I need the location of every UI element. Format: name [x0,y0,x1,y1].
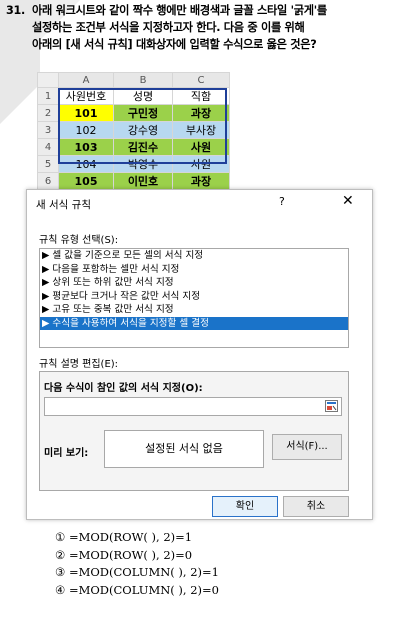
rule-type-item-selected[interactable]: ▶ 수식을 사용하여 서식을 지정할 셀 결정 [40,316,348,330]
cell-a3[interactable]: 102 [58,121,114,139]
question-line: 설정하는 조건부 서식을 지정하고자 한다. 다음 중 이를 위해 [32,21,305,34]
question-line: 아래 워크시트와 같이 짝수 행에만 배경색과 글꼴 스타일 '굵게'를 [32,4,327,17]
rule-type-list: ▶ 셀 값을 기준으로 모든 셀의 서식 지정 ▶ 다음을 포함하는 셀만 서식… [39,248,349,348]
preview-box: 설정된 서식 없음 [104,430,264,468]
format-button[interactable]: 서식(F)... [272,434,342,460]
rule-type-item[interactable]: ▶ 다음을 포함하는 셀만 서식 지정 [40,263,348,277]
choice-3[interactable]: ③ =MOD(COLUMN( ), 2)=1 [55,564,219,582]
cell-a6[interactable]: 105 [58,172,114,190]
ok-button[interactable]: 확인 [212,496,278,517]
collapse-dialog-icon[interactable] [325,400,338,412]
row-header[interactable]: 2 [37,104,59,122]
edit-rule-label: 규칙 설명 편집(E): [39,359,119,370]
dialog-title: 새 서식 규칙 [36,199,91,211]
cell-b4[interactable]: 김진수 [113,138,173,156]
choice-4[interactable]: ④ =MOD(COLUMN( ), 2)=0 [55,582,219,600]
cell-b6[interactable]: 이민호 [113,172,173,190]
sheet-corner[interactable] [37,72,59,88]
cell-c2[interactable]: 과장 [172,104,230,122]
row-header[interactable]: 6 [37,172,59,190]
rule-type-label: 규칙 유형 선택(S): [39,235,119,246]
row-header[interactable]: 1 [37,87,59,105]
cell-b2[interactable]: 구민정 [113,104,173,122]
answer-choices: ① =MOD(ROW( ), 2)=1 ② =MOD(ROW( ), 2)=0 … [55,529,219,599]
rule-type-item[interactable]: ▶ 고유 또는 중복 값만 서식 지정 [40,303,348,317]
row-header[interactable]: 4 [37,138,59,156]
rule-description-panel: 다음 수식이 참인 값의 서식 지정(O): 미리 보기: 설정된 서식 없음 … [39,371,349,491]
decorative-triangle [0,84,40,124]
cell-a1[interactable]: 사원번호 [58,87,114,105]
close-icon[interactable]: ✕ [342,193,354,209]
formula-input[interactable] [44,397,342,416]
question-text: 31. 아래 워크시트와 같이 짝수 행에만 배경색과 글꼴 스타일 '굵게'를… [6,2,416,53]
cell-b3[interactable]: 강수영 [113,121,173,139]
worksheet: A B C 1 사원번호 성명 직함 2 101 구민정 과장 3 102 강수… [37,72,230,199]
cell-a5[interactable]: 104 [58,155,114,173]
column-header-c[interactable]: C [172,72,230,88]
question-line: 아래의 [새 서식 규칙] 대화상자에 입력할 수식으로 옳은 것은? [32,38,317,51]
cell-c3[interactable]: 부사장 [172,121,230,139]
cell-c4[interactable]: 사원 [172,138,230,156]
choice-1[interactable]: ① =MOD(ROW( ), 2)=1 [55,529,219,547]
choice-2[interactable]: ② =MOD(ROW( ), 2)=0 [55,547,219,565]
cancel-button[interactable]: 취소 [283,496,349,517]
cell-b5[interactable]: 박영수 [113,155,173,173]
rule-type-item[interactable]: ▶ 평균보다 크거나 작은 값만 서식 지정 [40,290,348,304]
column-header-b[interactable]: B [113,72,173,88]
row-header[interactable]: 5 [37,155,59,173]
cell-a2[interactable]: 101 [58,104,114,122]
question-number: 31. [6,4,25,17]
formula-label: 다음 수식이 참인 값의 서식 지정(O): [44,383,203,394]
cell-c6[interactable]: 과장 [172,172,230,190]
rule-type-item[interactable]: ▶ 상위 또는 하위 값만 서식 지정 [40,276,348,290]
new-format-rule-dialog: 새 서식 규칙 ? ✕ 규칙 유형 선택(S): ▶ 셀 값을 기준으로 모든 … [26,189,373,520]
column-header-a[interactable]: A [58,72,114,88]
cell-c1[interactable]: 직함 [172,87,230,105]
help-icon[interactable]: ? [279,195,285,208]
cell-a4[interactable]: 103 [58,138,114,156]
row-header[interactable]: 3 [37,121,59,139]
cell-b1[interactable]: 성명 [113,87,173,105]
rule-type-item[interactable]: ▶ 셀 값을 기준으로 모든 셀의 서식 지정 [40,249,348,263]
preview-label: 미리 보기: [44,448,89,459]
cell-c5[interactable]: 사원 [172,155,230,173]
